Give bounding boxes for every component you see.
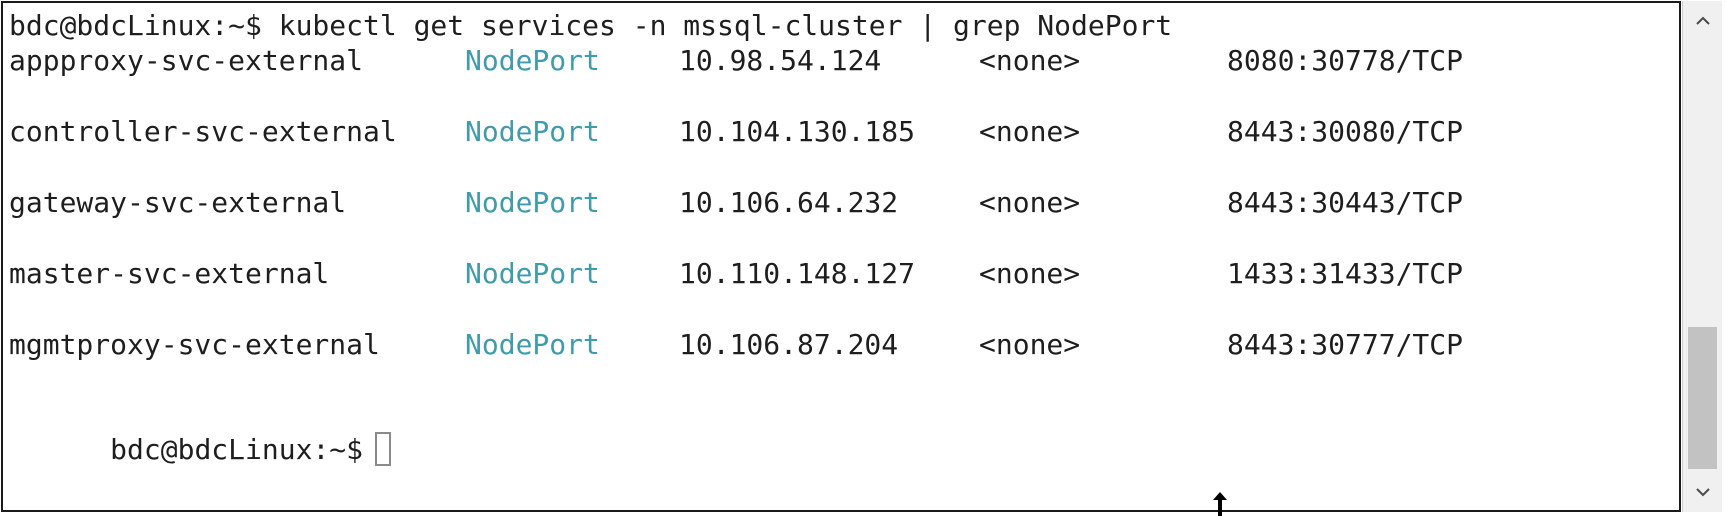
table-row: master-svc-external NodePort 10.110.148.…: [9, 257, 1669, 291]
external-ip: <none>: [979, 115, 1081, 148]
service-name: master-svc-external: [9, 257, 330, 290]
service-ports: 1433:31433/TCP: [1227, 257, 1464, 290]
service-name: appproxy-svc-external: [9, 44, 364, 77]
scrollbar-thumb[interactable]: [1688, 327, 1717, 469]
cluster-ip: 10.98.54.124: [679, 44, 882, 77]
chevron-down-icon[interactable]: [1683, 472, 1723, 512]
service-ports: 8080:30778/TCP: [1227, 44, 1464, 77]
prompt-line[interactable]: bdc@bdcLinux:~$: [9, 399, 392, 466]
service-type: NodePort: [465, 115, 600, 148]
service-name: mgmtproxy-svc-external: [9, 328, 380, 361]
cluster-ip: 10.106.87.204: [679, 328, 899, 361]
service-type: NodePort: [465, 186, 600, 219]
table-row: appproxy-svc-external NodePort 10.98.54.…: [9, 44, 1669, 78]
terminal-window[interactable]: bdc@bdcLinux:~$ kubectl get services -n …: [1, 1, 1681, 512]
table-row: mgmtproxy-svc-external NodePort 10.106.8…: [9, 328, 1669, 362]
service-ports: 8443:30080/TCP: [1227, 115, 1464, 148]
table-row: controller-svc-external NodePort 10.104.…: [9, 115, 1669, 149]
external-ip: <none>: [979, 44, 1081, 77]
service-ports: 8443:30777/TCP: [1227, 328, 1464, 361]
service-ports: 8443:30443/TCP: [1227, 186, 1464, 219]
cluster-ip: 10.106.64.232: [679, 186, 899, 219]
terminal-output[interactable]: bdc@bdcLinux:~$ kubectl get services -n …: [3, 3, 1679, 510]
cluster-ip: 10.110.148.127: [679, 257, 916, 290]
vertical-scrollbar[interactable]: [1682, 1, 1722, 512]
service-type: NodePort: [465, 257, 600, 290]
service-name: gateway-svc-external: [9, 186, 347, 219]
service-name: controller-svc-external: [9, 115, 397, 148]
external-ip: <none>: [979, 257, 1081, 290]
service-type: NodePort: [465, 44, 600, 77]
cluster-ip: 10.104.130.185: [679, 115, 916, 148]
mouse-pointer-icon: [1210, 490, 1230, 518]
external-ip: <none>: [979, 186, 1081, 219]
service-type: NodePort: [465, 328, 600, 361]
external-ip: <none>: [979, 328, 1081, 361]
table-row: gateway-svc-external NodePort 10.106.64.…: [9, 186, 1669, 220]
text-cursor: [375, 432, 392, 466]
command-line: bdc@bdcLinux:~$ kubectl get services -n …: [9, 9, 1173, 42]
shell-prompt: bdc@bdcLinux:~$: [110, 433, 364, 466]
chevron-up-icon[interactable]: [1683, 1, 1723, 41]
